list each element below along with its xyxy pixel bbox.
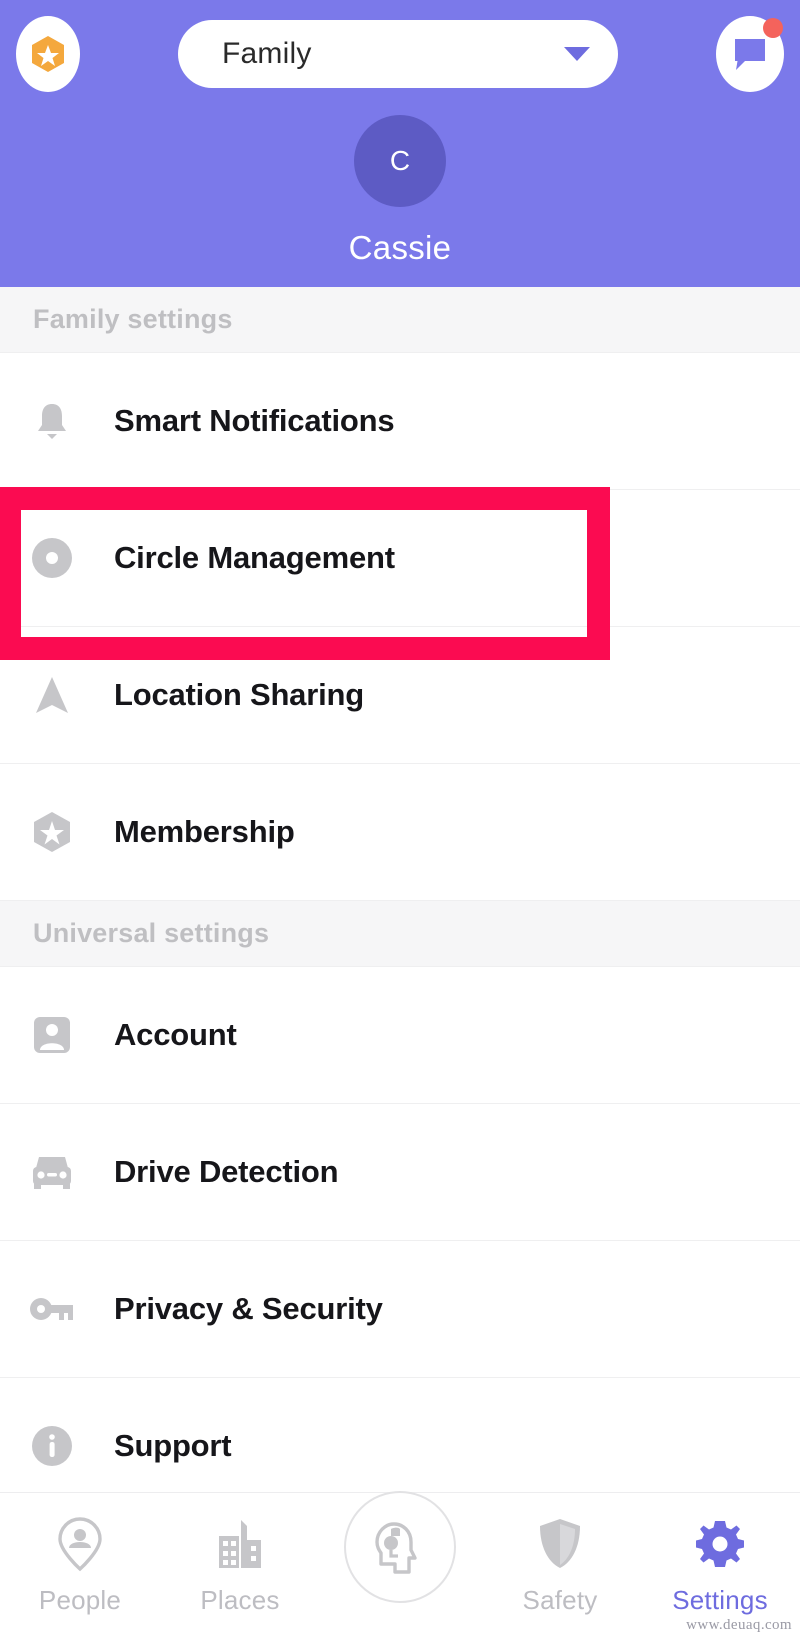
circle-dot-icon (24, 530, 80, 586)
settings-row-label: Circle Management (114, 540, 395, 576)
settings-row-label: Support (114, 1428, 231, 1464)
info-circle-icon (24, 1418, 80, 1474)
navigation-arrow-icon (24, 667, 80, 723)
settings-list: Family settings Smart Notifications Circ… (0, 287, 800, 1492)
tab-profile-center[interactable] (325, 1515, 475, 1615)
car-icon (24, 1144, 80, 1200)
bottom-tab-bar: People Places (0, 1492, 800, 1640)
person-square-icon (24, 1007, 80, 1063)
avatar-initial: C (390, 145, 410, 177)
circle-selector-dropdown[interactable]: Family (178, 20, 618, 88)
chat-bubble-icon (730, 34, 770, 74)
messages-button[interactable] (716, 16, 784, 92)
tab-safety[interactable]: Safety (485, 1515, 635, 1616)
profile-block[interactable]: C Cassie (0, 115, 800, 267)
tab-places[interactable]: Places (165, 1515, 315, 1616)
settings-row-label: Account (114, 1017, 237, 1053)
settings-row-label: Privacy & Security (114, 1291, 383, 1327)
star-hexagon-icon (24, 804, 80, 860)
settings-row-label: Membership (114, 814, 295, 850)
key-icon (24, 1281, 80, 1337)
section-header-family-settings: Family settings (0, 287, 800, 353)
bell-icon (24, 393, 80, 449)
tab-label: Safety (523, 1585, 598, 1616)
settings-row-account[interactable]: Account (0, 967, 800, 1104)
settings-row-drive-detection[interactable]: Drive Detection (0, 1104, 800, 1241)
avatar[interactable]: C (354, 115, 446, 207)
settings-screen: Family C Cassie Family settings (0, 0, 800, 1640)
tab-label: Settings (672, 1585, 768, 1616)
settings-row-circle-management[interactable]: Circle Management (0, 490, 800, 627)
person-pin-icon (53, 1515, 107, 1573)
tab-label: Places (200, 1585, 279, 1616)
settings-row-smart-notifications[interactable]: Smart Notifications (0, 353, 800, 490)
settings-row-membership[interactable]: Membership (0, 764, 800, 901)
unread-indicator-dot (763, 18, 783, 38)
section-header-universal-settings: Universal settings (0, 901, 800, 967)
gear-icon (695, 1515, 745, 1573)
star-hexagon-icon (29, 34, 67, 74)
settings-row-privacy-security[interactable]: Privacy & Security (0, 1241, 800, 1378)
head-profile-icon (344, 1491, 456, 1603)
watermark: www.deuaq.com (686, 1617, 792, 1634)
settings-row-label: Smart Notifications (114, 403, 394, 439)
section-title: Universal settings (33, 918, 269, 949)
tab-people[interactable]: People (5, 1515, 155, 1616)
settings-row-location-sharing[interactable]: Location Sharing (0, 627, 800, 764)
tab-label: People (39, 1585, 121, 1616)
settings-row-label: Drive Detection (114, 1154, 338, 1190)
settings-row-label: Location Sharing (114, 677, 364, 713)
tab-settings[interactable]: Settings (645, 1515, 795, 1616)
circle-selector-label: Family (222, 37, 312, 71)
header-top-bar: Family (0, 16, 800, 92)
section-title: Family settings (33, 304, 233, 335)
profile-name: Cassie (349, 229, 452, 267)
shield-icon (537, 1515, 583, 1573)
buildings-icon (215, 1515, 265, 1573)
chevron-down-icon (564, 47, 590, 61)
app-header: Family C Cassie (0, 0, 800, 287)
membership-badge-button[interactable] (16, 16, 80, 92)
settings-row-support[interactable]: Support (0, 1378, 800, 1492)
